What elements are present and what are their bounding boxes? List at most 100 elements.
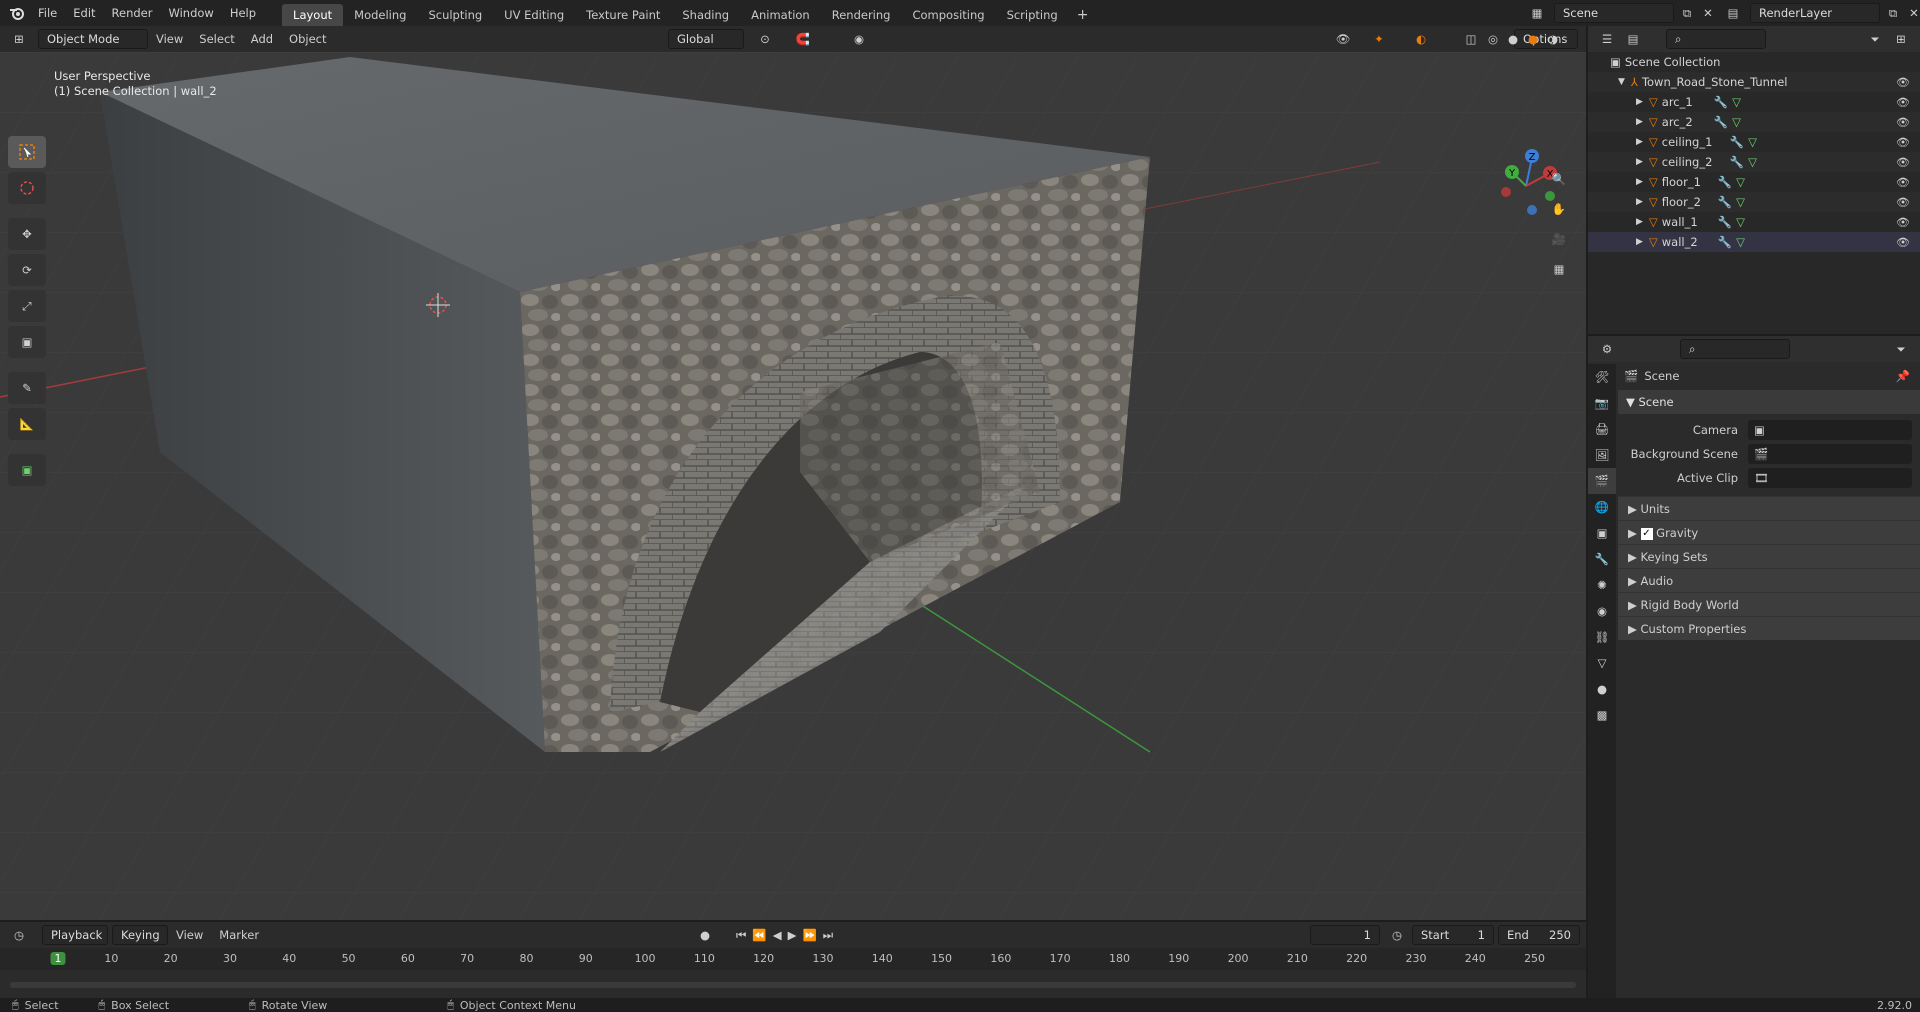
modifier-wrench-icon[interactable]: 🔧 bbox=[1714, 95, 1728, 109]
outliner-object-row[interactable]: ▶ ▽ ceiling_2 🔧 ▽ 👁 bbox=[1588, 152, 1920, 172]
tab-scripting[interactable]: Scripting bbox=[996, 4, 1069, 26]
mesh-data-icon[interactable]: ▽ bbox=[1732, 95, 1741, 109]
expand-arrow-icon[interactable]: ▶ bbox=[1636, 117, 1643, 127]
editor-type-icon[interactable]: ⊞ bbox=[6, 29, 32, 49]
keying-menu[interactable]: Keying bbox=[112, 925, 168, 945]
expand-arrow-icon[interactable]: ▶ bbox=[1636, 157, 1643, 167]
filter-icon[interactable]: ⏷ bbox=[1862, 29, 1888, 49]
end-frame-field[interactable]: End 250 bbox=[1498, 925, 1580, 945]
modifier-wrench-icon[interactable]: 🔧 bbox=[1730, 155, 1744, 169]
overlay-toggle-icon[interactable]: ◐ bbox=[1408, 29, 1434, 49]
jump-start-icon[interactable]: ⏮ bbox=[736, 928, 746, 943]
jump-end-icon[interactable]: ⏭ bbox=[823, 928, 833, 943]
modifier-wrench-icon[interactable]: 🔧 bbox=[1718, 215, 1732, 229]
close-scene-icon[interactable]: ✕ bbox=[1700, 3, 1716, 23]
playback-menu[interactable]: Playback bbox=[42, 925, 108, 945]
mesh-data-icon[interactable]: ▽ bbox=[1748, 135, 1757, 149]
expand-arrow-icon[interactable]: ▶ bbox=[1636, 177, 1643, 187]
collection-row[interactable]: ▼ ⅄ Town_Road_Stone_Tunnel 👁 bbox=[1588, 72, 1920, 92]
outliner-object-row[interactable]: ▶ ▽ arc_2 🔧 ▽ 👁 bbox=[1588, 112, 1920, 132]
transform-tool[interactable]: ▣ bbox=[8, 326, 46, 358]
snap-icon[interactable]: 🧲 bbox=[790, 29, 816, 49]
visibility-icon[interactable]: 👁 bbox=[1330, 29, 1356, 49]
visibility-eye-icon[interactable]: 👁 bbox=[1896, 76, 1910, 89]
start-frame-field[interactable]: Start 1 bbox=[1412, 925, 1494, 945]
outliner-object-row-active[interactable]: ▶ ▽ wall_2 🔧 ▽ 👁 bbox=[1588, 232, 1920, 252]
tab-uv-editing[interactable]: UV Editing bbox=[493, 4, 575, 26]
menu-edit[interactable]: Edit bbox=[65, 0, 103, 26]
material-tab-icon[interactable]: ● bbox=[1588, 676, 1616, 702]
tab-shading[interactable]: Shading bbox=[671, 4, 740, 26]
modifier-wrench-icon[interactable]: 🔧 bbox=[1718, 195, 1732, 209]
gizmo-toggle-icon[interactable]: ✦ bbox=[1366, 29, 1392, 49]
active-clip-field[interactable]: 🎞 bbox=[1748, 468, 1912, 488]
world-tab-icon[interactable]: 🌐 bbox=[1588, 494, 1616, 520]
audio-panel[interactable]: ▶ Audio bbox=[1618, 568, 1920, 592]
move-tool[interactable]: ✥ bbox=[8, 218, 46, 250]
timeline-view-menu[interactable]: View bbox=[168, 922, 211, 948]
visibility-eye-icon[interactable]: 👁 bbox=[1896, 96, 1910, 109]
mesh-data-icon[interactable]: ▽ bbox=[1736, 195, 1745, 209]
display-mode-icon[interactable]: ▤ bbox=[1620, 29, 1646, 49]
next-keyframe-icon[interactable]: ⏩ bbox=[802, 928, 816, 943]
timeline-scrollbar[interactable] bbox=[10, 982, 1576, 988]
tab-compositing[interactable]: Compositing bbox=[901, 4, 995, 26]
zoom-icon[interactable]: 🔍 bbox=[1544, 166, 1574, 192]
mesh-data-icon[interactable]: ▽ bbox=[1736, 175, 1745, 189]
rotate-tool[interactable]: ⟳ bbox=[8, 254, 46, 286]
menu-select[interactable]: Select bbox=[191, 26, 242, 52]
orientation-selector[interactable]: Global bbox=[668, 29, 744, 49]
modifier-wrench-icon[interactable]: 🔧 bbox=[1718, 175, 1732, 189]
menu-render[interactable]: Render bbox=[104, 0, 161, 26]
expand-arrow-icon[interactable]: ▶ bbox=[1636, 97, 1643, 107]
material-shading-icon[interactable]: ● bbox=[1524, 29, 1542, 49]
physics-tab-icon[interactable]: ◉ bbox=[1588, 598, 1616, 624]
menu-file[interactable]: File bbox=[30, 0, 65, 26]
camera-view-icon[interactable]: 🎥 bbox=[1544, 226, 1574, 252]
outliner-object-row[interactable]: ▶ ▽ floor_1 🔧 ▽ 👁 bbox=[1588, 172, 1920, 192]
visibility-eye-icon[interactable]: 👁 bbox=[1896, 116, 1910, 129]
renderlayer-name-field[interactable]: RenderLayer bbox=[1750, 3, 1880, 23]
new-collection-icon[interactable]: ⊞ bbox=[1888, 29, 1914, 49]
scene-name-field[interactable]: Scene bbox=[1554, 3, 1674, 23]
mesh-data-icon[interactable]: ▽ bbox=[1732, 115, 1741, 129]
tab-modeling[interactable]: Modeling bbox=[343, 4, 417, 26]
expand-arrow-icon[interactable]: ▶ bbox=[1636, 237, 1643, 247]
expand-arrow-icon[interactable]: ▶ bbox=[1636, 217, 1643, 227]
outliner-editor-icon[interactable]: ☰ bbox=[1594, 29, 1620, 49]
render-tab-icon[interactable]: 📷 bbox=[1588, 390, 1616, 416]
preview-range-icon[interactable]: ◷ bbox=[1384, 925, 1410, 945]
modifier-wrench-icon[interactable]: 🔧 bbox=[1730, 135, 1744, 149]
add-workspace-button[interactable]: + bbox=[1069, 4, 1097, 26]
visibility-eye-icon[interactable]: 👁 bbox=[1896, 176, 1910, 189]
wireframe-shading-icon[interactable]: ◎ bbox=[1484, 29, 1502, 49]
scene-panel-header[interactable]: ▼ Scene bbox=[1618, 390, 1920, 414]
menu-window[interactable]: Window bbox=[160, 0, 221, 26]
renderlayer-browse-icon[interactable]: ▤ bbox=[1720, 3, 1746, 23]
current-frame-field[interactable]: 1 bbox=[1310, 925, 1380, 945]
3d-viewport[interactable]: User Perspective (1) Scene Collection | … bbox=[0, 52, 1586, 920]
tab-sculpting[interactable]: Sculpting bbox=[417, 4, 493, 26]
scene-tab-icon[interactable]: 🎬 bbox=[1588, 468, 1616, 494]
mesh-data-icon[interactable]: ▽ bbox=[1736, 215, 1745, 229]
texture-tab-icon[interactable]: ▩ bbox=[1588, 702, 1616, 728]
rigid-body-world-panel[interactable]: ▶ Rigid Body World bbox=[1618, 592, 1920, 616]
modifier-wrench-icon[interactable]: 🔧 bbox=[1714, 115, 1728, 129]
rendered-shading-icon[interactable]: ◑ bbox=[1544, 29, 1562, 49]
play-icon[interactable]: ▶ bbox=[788, 928, 797, 943]
select-box-tool[interactable] bbox=[8, 136, 46, 168]
play-reverse-icon[interactable]: ◀ bbox=[773, 928, 782, 943]
tab-rendering[interactable]: Rendering bbox=[821, 4, 902, 26]
outliner-search-input[interactable]: ⌕ bbox=[1666, 29, 1766, 49]
visibility-eye-icon[interactable]: 👁 bbox=[1896, 216, 1910, 229]
frame-ruler[interactable]: 1 10 20 30 40 50 60 70 80 90 100 110 120 130 140 150 160… bbox=[0, 948, 1586, 970]
keying-sets-panel[interactable]: ▶ Keying Sets bbox=[1618, 544, 1920, 568]
proportional-edit-icon[interactable]: ◉ bbox=[846, 29, 872, 49]
copy-scene-icon[interactable]: ⧉ bbox=[1678, 3, 1696, 23]
outliner-object-row[interactable]: ▶ ▽ ceiling_1 🔧 ▽ 👁 bbox=[1588, 132, 1920, 152]
background-scene-field[interactable]: 🎬 bbox=[1748, 444, 1912, 464]
expand-arrow-icon[interactable]: ▶ bbox=[1636, 137, 1643, 147]
close-renderlayer-icon[interactable]: ✕ bbox=[1906, 3, 1920, 23]
expand-arrow-icon[interactable]: ▼ bbox=[1618, 77, 1625, 87]
visibility-eye-icon[interactable]: 👁 bbox=[1896, 136, 1910, 149]
